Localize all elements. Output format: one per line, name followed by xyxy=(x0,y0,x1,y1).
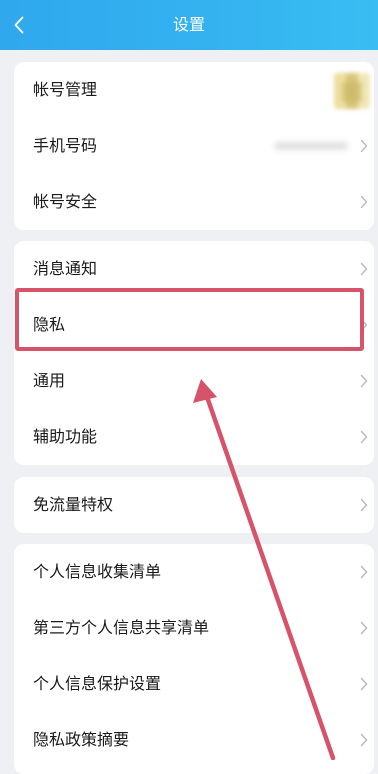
page-title: 设置 xyxy=(172,15,205,34)
settings-group-data-free: 免流量特权 xyxy=(14,477,374,533)
settings-item-account-management[interactable]: 帐号管理 xyxy=(14,62,374,118)
settings-item-account-security[interactable]: 帐号安全 xyxy=(14,174,374,230)
settings-item-label: 帐号管理 xyxy=(33,80,98,99)
settings-item-label: 手机号码 xyxy=(33,136,98,155)
chevron-right-icon xyxy=(360,498,368,512)
settings-item-general[interactable]: 通用 xyxy=(14,353,374,409)
settings-item-label: 隐私 xyxy=(33,315,66,334)
settings-item-info-protection-settings[interactable]: 个人信息保护设置 xyxy=(14,656,374,712)
settings-item-label: 消息通知 xyxy=(33,259,98,278)
settings-group-general: 消息通知 隐私 通用 辅助功能 xyxy=(14,241,374,465)
settings-item-free-data-privilege[interactable]: 免流量特权 xyxy=(14,477,374,533)
settings-item-notifications[interactable]: 消息通知 xyxy=(14,241,374,297)
settings-group-account: 帐号管理 手机号码 帐号安全 xyxy=(14,62,374,230)
avatar xyxy=(334,73,370,109)
top-bar: 设置 xyxy=(0,0,378,50)
settings-item-label: 免流量特权 xyxy=(33,495,114,514)
settings-group-personal-info: 个人信息收集清单 第三方个人信息共享清单 个人信息保护设置 隐私政策摘要 xyxy=(14,544,374,774)
settings-item-label: 辅助功能 xyxy=(33,427,98,446)
chevron-right-icon xyxy=(360,430,368,444)
chevron-right-icon xyxy=(360,733,368,747)
settings-item-label: 个人信息保护设置 xyxy=(33,674,162,693)
settings-item-label: 通用 xyxy=(33,371,66,390)
chevron-right-icon xyxy=(360,195,368,209)
settings-item-label: 帐号安全 xyxy=(33,192,98,211)
settings-item-third-party-sharing-list[interactable]: 第三方个人信息共享清单 xyxy=(14,600,374,656)
settings-item-label: 个人信息收集清单 xyxy=(33,562,162,581)
settings-item-info-collection-list[interactable]: 个人信息收集清单 xyxy=(14,544,374,600)
chevron-right-icon xyxy=(360,262,368,276)
chevron-right-icon xyxy=(360,565,368,579)
chevron-right-icon xyxy=(360,677,368,691)
chevron-right-icon xyxy=(360,621,368,635)
settings-item-phone-number[interactable]: 手机号码 xyxy=(14,118,374,174)
masked-phone-value xyxy=(274,142,348,150)
chevron-right-icon xyxy=(360,139,368,153)
settings-item-accessibility[interactable]: 辅助功能 xyxy=(14,409,374,465)
chevron-right-icon xyxy=(360,374,368,388)
chevron-right-icon xyxy=(360,318,368,332)
settings-item-privacy[interactable]: 隐私 xyxy=(14,297,374,353)
settings-item-label: 第三方个人信息共享清单 xyxy=(33,618,210,637)
